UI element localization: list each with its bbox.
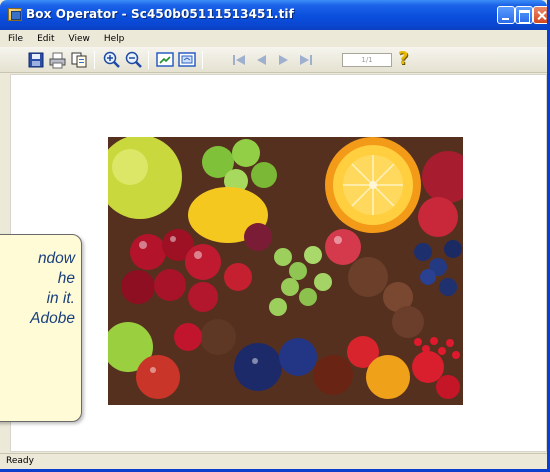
title-bar[interactable]: Box Operator - Sc450b05111513451.tif bbox=[0, 0, 547, 30]
help-icon[interactable]: ? bbox=[398, 49, 412, 69]
previous-page-icon[interactable] bbox=[252, 51, 271, 69]
zoom-in-icon[interactable] bbox=[102, 51, 121, 69]
window-title: Box Operator - Sc450b05111513451.tif bbox=[26, 7, 294, 21]
application-window: Box Operator - Sc450b05111513451.tif Fil… bbox=[0, 0, 550, 472]
menu-file[interactable]: File bbox=[6, 33, 25, 45]
app-icon[interactable] bbox=[8, 8, 22, 21]
close-button[interactable] bbox=[533, 6, 547, 24]
fit-to-window-icon[interactable] bbox=[156, 51, 175, 69]
callout-line: Adobe bbox=[30, 310, 75, 327]
callout-line: ndow bbox=[37, 250, 75, 267]
callout-line: he bbox=[57, 270, 75, 287]
toolbar-separator bbox=[202, 51, 203, 69]
first-page-icon[interactable] bbox=[230, 51, 249, 69]
last-page-icon[interactable] bbox=[296, 51, 315, 69]
document-image bbox=[108, 137, 463, 405]
callout-note: ndow he in it. Adobe bbox=[0, 234, 82, 422]
actual-size-icon[interactable] bbox=[178, 51, 197, 69]
menu-view[interactable]: View bbox=[67, 33, 92, 45]
image-viewer-canvas[interactable] bbox=[10, 74, 547, 452]
toolbar-separator bbox=[94, 51, 95, 69]
menu-help[interactable]: Help bbox=[102, 33, 127, 45]
status-text: Ready bbox=[6, 456, 34, 466]
print-icon[interactable] bbox=[48, 51, 67, 69]
next-page-icon[interactable] bbox=[274, 51, 293, 69]
status-bar: Ready bbox=[0, 453, 547, 469]
menu-bar: File Edit View Help bbox=[0, 30, 547, 47]
toolbar-separator bbox=[148, 51, 149, 69]
toolbar: 1/1 ? bbox=[0, 47, 547, 73]
zoom-out-icon[interactable] bbox=[124, 51, 143, 69]
fruit-photo bbox=[108, 137, 463, 405]
copy-icon[interactable] bbox=[70, 51, 89, 69]
menu-edit[interactable]: Edit bbox=[35, 33, 56, 45]
maximize-button[interactable] bbox=[515, 6, 533, 24]
minimize-button[interactable] bbox=[497, 6, 515, 24]
save-icon[interactable] bbox=[27, 51, 46, 69]
page-indicator[interactable]: 1/1 bbox=[342, 53, 392, 67]
callout-line: in it. bbox=[46, 290, 75, 307]
